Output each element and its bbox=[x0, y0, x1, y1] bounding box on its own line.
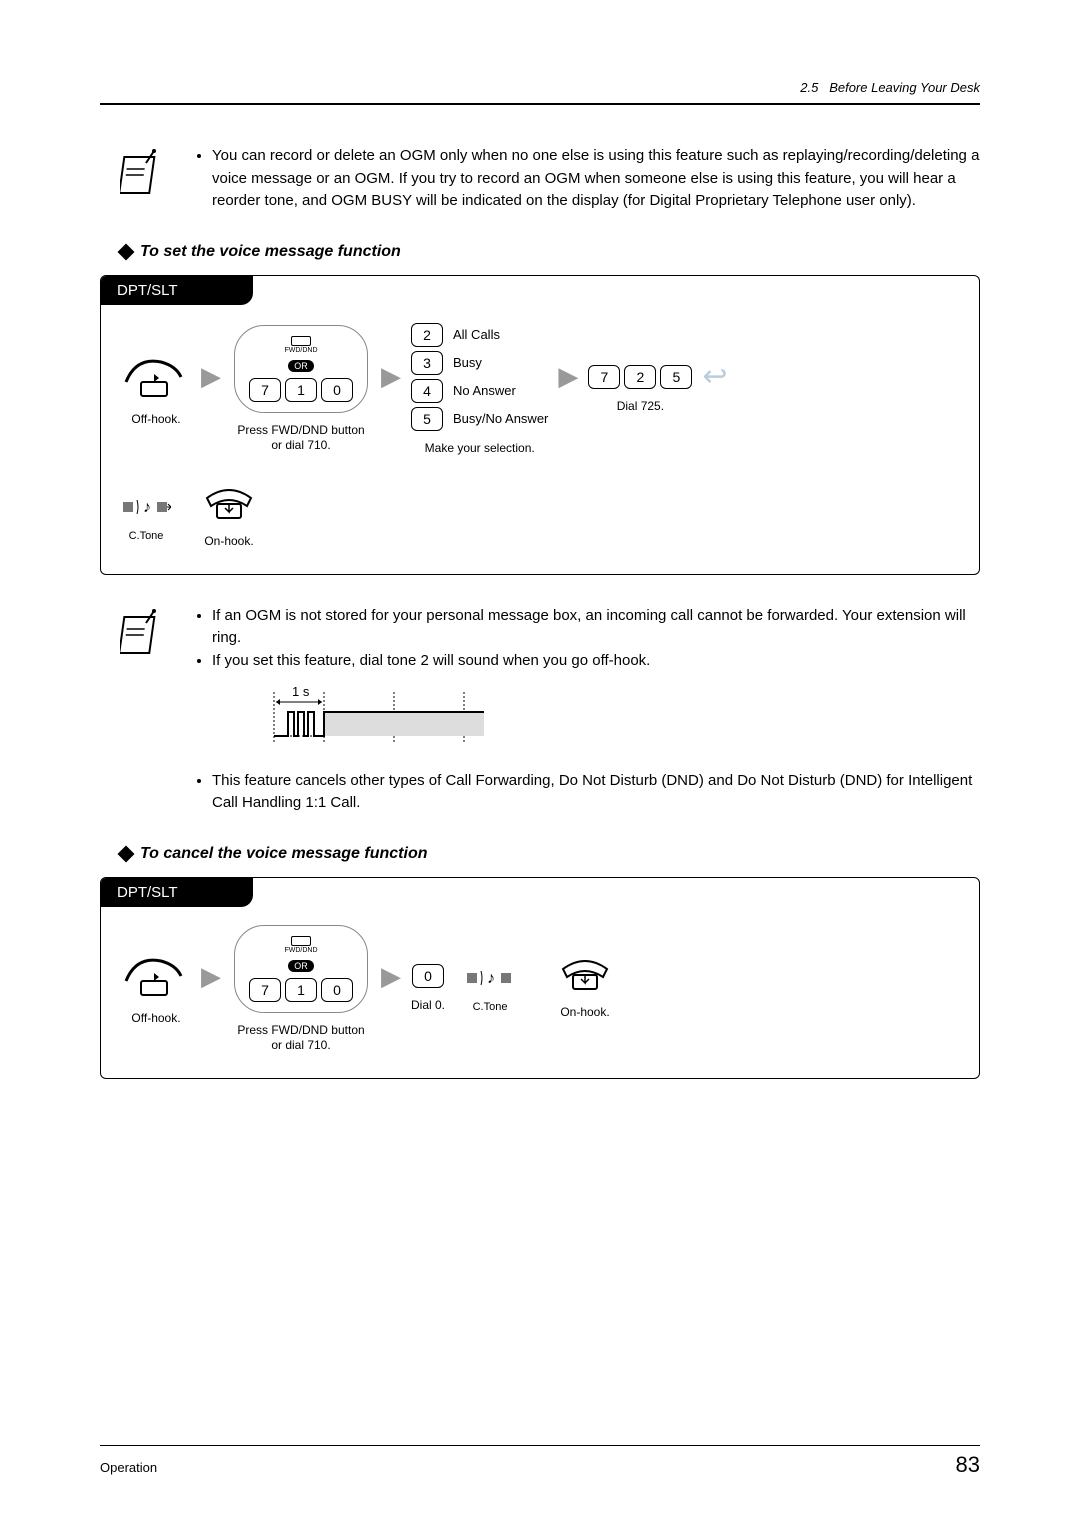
proc-title: DPT/SLT bbox=[101, 878, 253, 907]
step-offhook: Off-hook. bbox=[121, 352, 191, 428]
or-label: OR bbox=[288, 960, 314, 972]
key-opt: 2 bbox=[411, 323, 443, 347]
key-7: 7 bbox=[249, 978, 281, 1002]
key-0c: 0 bbox=[412, 964, 444, 988]
diamond-icon bbox=[118, 243, 135, 260]
arrow-icon: ▶ bbox=[381, 961, 401, 992]
chart-anno: 1 s bbox=[292, 684, 310, 699]
key-0: 0 bbox=[321, 378, 353, 402]
key-opt: 5 bbox=[411, 407, 443, 431]
subheading-set: To set the voice message function bbox=[120, 243, 980, 261]
note2-b3: This feature cancels other types of Call… bbox=[212, 770, 980, 815]
proc-title: DPT/SLT bbox=[101, 276, 253, 305]
subheading-cancel: To cancel the voice message function bbox=[120, 845, 980, 863]
section-number: 2.5 bbox=[800, 80, 818, 95]
phone-offhook-icon bbox=[121, 951, 191, 1001]
opt-label: Busy bbox=[453, 355, 548, 370]
step-fwddnd: FWD/DND OR 7 1 0 Press FWD/DND button or… bbox=[231, 325, 371, 454]
key-5b: 5 bbox=[660, 365, 692, 389]
note2-b1: If an OGM is not stored for your persona… bbox=[212, 605, 980, 650]
arrow-icon: ▶ bbox=[201, 961, 221, 992]
step-offhook: Off-hook. bbox=[121, 951, 191, 1027]
return-arrow-icon: ↩ bbox=[702, 359, 727, 394]
key-7: 7 bbox=[249, 378, 281, 402]
key-opt: 3 bbox=[411, 351, 443, 375]
dial-keys-710: 7 1 0 bbox=[249, 978, 353, 1002]
note-block-2: If an OGM is not stored for your persona… bbox=[100, 605, 980, 815]
footer-left: Operation bbox=[100, 1460, 157, 1475]
key-opt: 4 bbox=[411, 379, 443, 403]
page-header: 2.5 Before Leaving Your Desk bbox=[100, 80, 980, 105]
step-dial0: 0 Dial 0. bbox=[411, 964, 445, 1014]
key-0: 0 bbox=[321, 978, 353, 1002]
procedure-cancel: DPT/SLT Off-hook. ▶ FWD/DND bbox=[100, 877, 980, 1079]
note2-b2: If you set this feature, dial tone 2 wil… bbox=[212, 650, 980, 673]
step-selection: 2 All Calls 3 Busy 4 No Answer 5 Busy/No… bbox=[411, 323, 548, 457]
opt-label: Busy/No Answer bbox=[453, 411, 548, 426]
key-1: 1 bbox=[285, 978, 317, 1002]
step-dial725: 7 2 5 Dial 725. bbox=[588, 365, 692, 415]
key-7b: 7 bbox=[588, 365, 620, 389]
notepad-icon bbox=[100, 145, 170, 204]
arrow-icon: ▶ bbox=[201, 361, 221, 392]
step-fwddnd: FWD/DND OR 7 1 0 Press FWD/DND button or… bbox=[231, 925, 371, 1054]
or-label: OR bbox=[288, 360, 314, 372]
step-ctone: ♪ C.Tone bbox=[465, 965, 515, 1013]
phone-offhook-icon bbox=[121, 352, 191, 402]
dial-keys-710: 7 1 0 bbox=[249, 378, 353, 402]
arrow-icon: ▶ bbox=[381, 361, 401, 392]
notepad-icon bbox=[100, 605, 170, 664]
key-2b: 2 bbox=[624, 365, 656, 389]
note1-bullet: You can record or delete an OGM only whe… bbox=[212, 145, 980, 213]
opt-label: No Answer bbox=[453, 383, 548, 398]
page-number: 83 bbox=[956, 1452, 980, 1478]
note-block-1: You can record or delete an OGM only whe… bbox=[100, 145, 980, 213]
step-onhook: On-hook. bbox=[555, 957, 615, 1021]
page-footer: Operation 83 bbox=[100, 1445, 980, 1478]
phone-onhook-icon bbox=[199, 486, 259, 524]
svg-text:♪: ♪ bbox=[143, 499, 151, 516]
step-onhook: On-hook. bbox=[199, 486, 259, 550]
confirmation-tone-icon: ♪ bbox=[121, 494, 171, 520]
step-ctone: ♪ C.Tone bbox=[121, 494, 171, 542]
procedure-set: DPT/SLT Off-hook. ▶ bbox=[100, 275, 980, 575]
fwd-dnd-button-icon: FWD/DND bbox=[284, 936, 317, 954]
dial-tone-2-chart: 1 s bbox=[264, 682, 494, 752]
diamond-icon bbox=[118, 845, 135, 862]
svg-text:♪: ♪ bbox=[487, 970, 495, 987]
phone-onhook-icon bbox=[555, 957, 615, 995]
confirmation-tone-icon: ♪ bbox=[465, 965, 515, 991]
key-1: 1 bbox=[285, 378, 317, 402]
section-title: Before Leaving Your Desk bbox=[829, 80, 980, 95]
fwd-dnd-button-icon: FWD/DND bbox=[284, 336, 317, 354]
opt-label: All Calls bbox=[453, 327, 548, 342]
arrow-icon: ▶ bbox=[558, 361, 578, 392]
